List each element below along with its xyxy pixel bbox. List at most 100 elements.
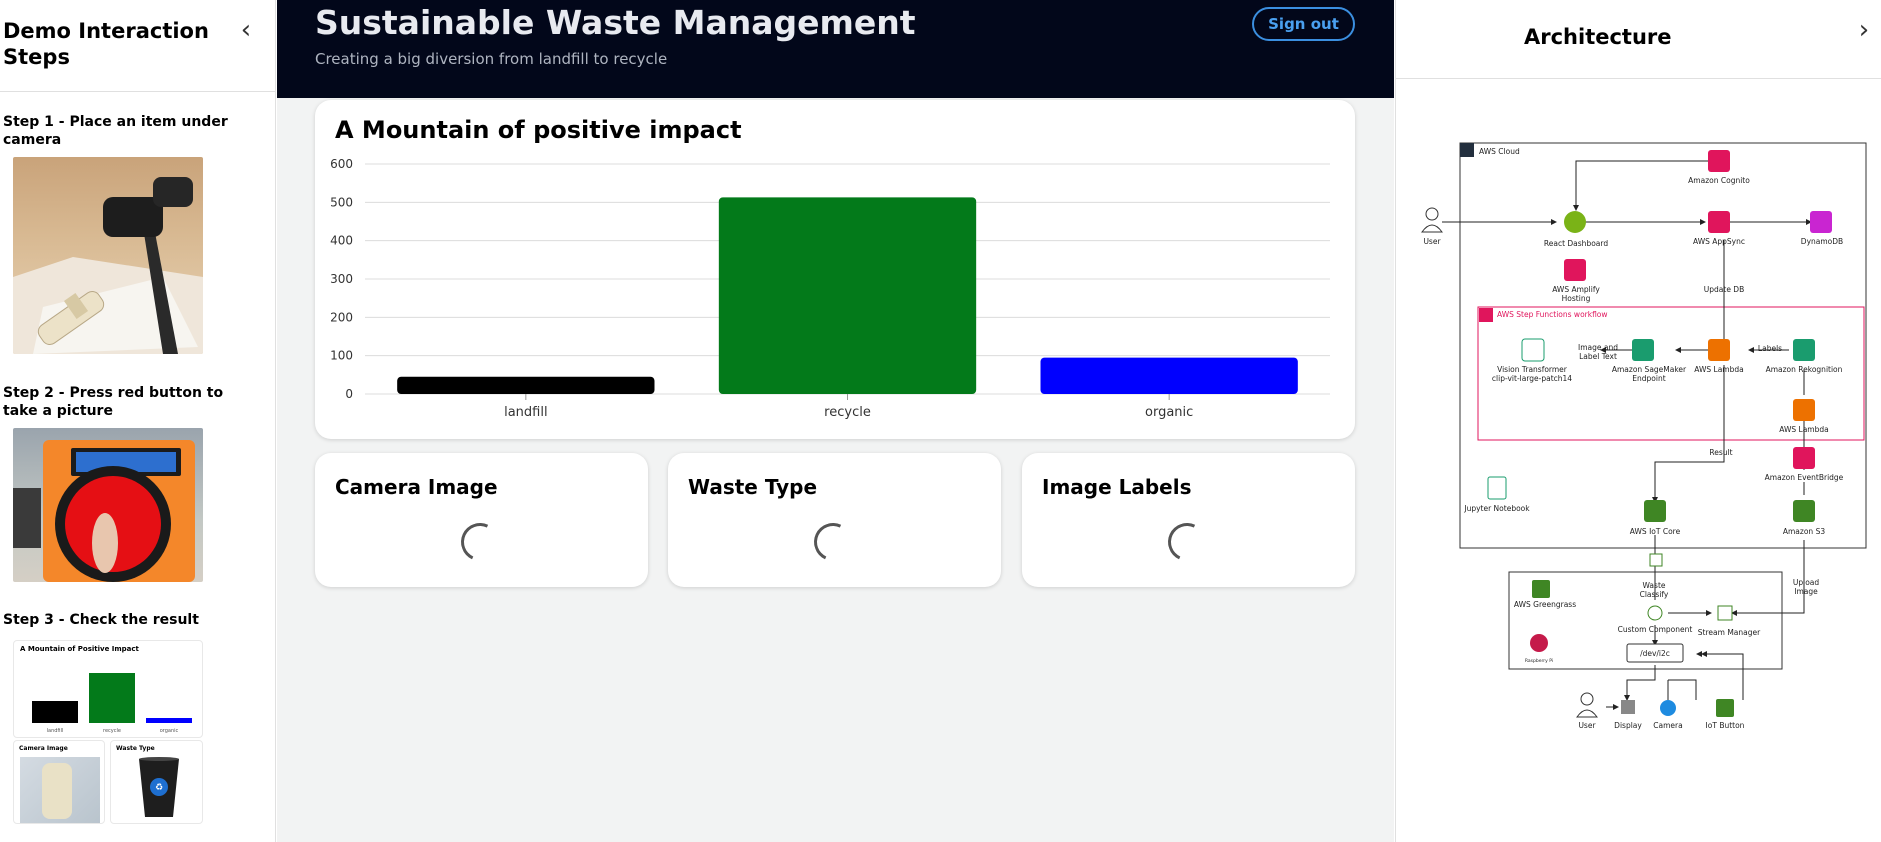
aws-cloud-icon [1460, 143, 1474, 157]
app-header: Sustainable Waste Management Creating a … [277, 0, 1394, 98]
page-title: Sustainable Waste Management [315, 3, 916, 42]
eventbridge-label: Amazon EventBridge [1765, 473, 1844, 482]
stream-manager-label: Stream Manager [1698, 628, 1761, 637]
step-3-title: Step 3 - Check the result [3, 612, 199, 628]
user-top-label: User [1423, 237, 1441, 246]
chevron-left-icon[interactable]: ‹ [232, 14, 260, 48]
certificate-icon [1649, 553, 1663, 567]
impact-bar-chart: 0 100 200 300 400 500 600 landfill recycle organi… [330, 157, 1330, 420]
amplify-label-1: AWS Amplify [1552, 285, 1600, 294]
display-icon [1621, 700, 1635, 714]
update-db-label: Update DB [1704, 285, 1744, 294]
react-dashboard-icon [1564, 211, 1586, 233]
camera-label: Camera [1653, 721, 1682, 730]
result-thumbnail-camera: Camera Image [13, 740, 105, 824]
thumbnail-bar-label: landfill [46, 728, 64, 734]
result-thumbnail-title: A Mountain of Positive Impact [20, 645, 139, 653]
result-thumbnail-camera-label: Camera Image [19, 745, 68, 752]
jupyter-label: Jupyter Notebook [1463, 504, 1530, 513]
sagemaker-icon [1632, 339, 1654, 361]
iot-button-icon [1716, 699, 1734, 717]
image-label-text-1: Image and [1578, 343, 1618, 352]
user-bottom-label: User [1578, 721, 1596, 730]
x-tick-label: recycle [824, 405, 871, 420]
upload-image-label-2: Image [1794, 587, 1818, 596]
custom-component-label: Custom Component [1618, 625, 1693, 634]
y-tick-label: 0 [345, 387, 353, 401]
waste-classify-label-1: Waste [1643, 581, 1666, 590]
loading-spinner-icon [455, 517, 505, 567]
s3-icon [1793, 500, 1815, 522]
dynamodb-icon [1810, 211, 1832, 233]
display-label: Display [1614, 721, 1642, 730]
y-tick-label: 600 [330, 157, 353, 171]
jupyter-notebook-icon [1487, 476, 1507, 500]
lambda-label-1: AWS Lambda [1694, 365, 1743, 374]
thumbnail-bar-organic [146, 718, 192, 723]
thumbnail-bar-recycle [89, 673, 135, 723]
main-content: A Mountain of positive impact 0 100 200 300… [277, 98, 1394, 842]
user-top-icon [1421, 207, 1443, 233]
sagemaker-label-1: Amazon SageMaker [1612, 365, 1687, 374]
waste-classify-label-2: Classify [1640, 590, 1669, 599]
demo-steps-panel: Demo Interaction Steps ‹ Step 1 - Place … [0, 0, 276, 842]
y-tick-label: 400 [330, 234, 353, 248]
rekognition-label: Amazon Rekognition [1766, 365, 1843, 374]
bar-landfill [397, 376, 655, 394]
appsync-label: AWS AppSync [1693, 237, 1745, 246]
camera-icon [1660, 700, 1676, 716]
lambda-label-2: AWS Lambda [1779, 425, 1828, 434]
demo-steps-header: Demo Interaction Steps ‹ [0, 0, 275, 92]
step-functions-icon [1479, 308, 1493, 322]
thumbnail-bar-label: organic [159, 728, 179, 734]
page-subtitle: Creating a big diversion from landfill t… [315, 50, 668, 68]
vision-transformer-label-2: clip-vit-large-patch14 [1492, 374, 1572, 383]
result-thumbnail-waste-label: Waste Type [116, 745, 155, 752]
cognito-icon [1708, 150, 1730, 172]
camera-image-title: Camera Image [335, 475, 498, 499]
waste-type-title: Waste Type [688, 475, 818, 499]
iot-core-icon [1644, 500, 1666, 522]
cognito-label: Amazon Cognito [1688, 176, 1750, 185]
stream-manager-icon [1717, 605, 1733, 621]
recycle-bin-icon: ♻ [139, 757, 179, 817]
greengrass-label: AWS Greengrass [1514, 600, 1576, 609]
bar-recycle [718, 197, 977, 394]
custom-component-icon [1647, 605, 1663, 621]
s3-label: Amazon S3 [1783, 527, 1825, 536]
step-1-photo [13, 157, 203, 354]
result-thumbnail-waste: Waste Type ♻ [110, 740, 203, 824]
user-bottom-icon [1576, 692, 1598, 718]
rekognition-icon [1793, 339, 1815, 361]
amplify-icon [1564, 259, 1586, 281]
bar-organic [1040, 357, 1298, 394]
iot-button-label: IoT Button [1706, 721, 1745, 730]
y-tick-label: 200 [330, 310, 353, 324]
image-labels-card: Image Labels [1022, 453, 1355, 587]
loading-spinner-icon [808, 517, 858, 567]
y-tick-label: 100 [330, 349, 353, 363]
lambda-icon [1793, 399, 1815, 421]
dev-i2c-label: /dev/i2c [1640, 649, 1670, 658]
sign-out-button[interactable]: Sign out [1252, 7, 1355, 41]
dynamodb-label: DynamoDB [1801, 237, 1843, 246]
aws-cloud-label: AWS Cloud [1479, 147, 1520, 156]
impact-chart-card: A Mountain of positive impact 0 100 200 300… [315, 100, 1355, 439]
x-tick-label: organic [1145, 405, 1193, 420]
amplify-label-2: Hosting [1562, 294, 1591, 303]
appsync-icon [1708, 211, 1730, 233]
camera-image-card: Camera Image [315, 453, 648, 587]
architecture-diagram: AWS Cloud AWS Step Functions workflow Am… [1421, 142, 1867, 730]
greengrass-icon [1532, 580, 1550, 598]
x-tick-label: landfill [504, 405, 547, 420]
y-tick-label: 500 [330, 195, 353, 209]
thumbnail-bar-landfill [32, 700, 78, 723]
upload-image-label-1: Upload [1793, 578, 1820, 587]
result-label: Result [1709, 448, 1732, 457]
step-functions-label: AWS Step Functions workflow [1497, 310, 1608, 319]
waste-type-card: Waste Type [668, 453, 1001, 587]
sagemaker-label-2: Endpoint [1632, 374, 1665, 383]
lambda-icon [1708, 339, 1730, 361]
labels-label: Labels [1758, 344, 1782, 353]
vision-transformer-icon [1521, 338, 1545, 362]
